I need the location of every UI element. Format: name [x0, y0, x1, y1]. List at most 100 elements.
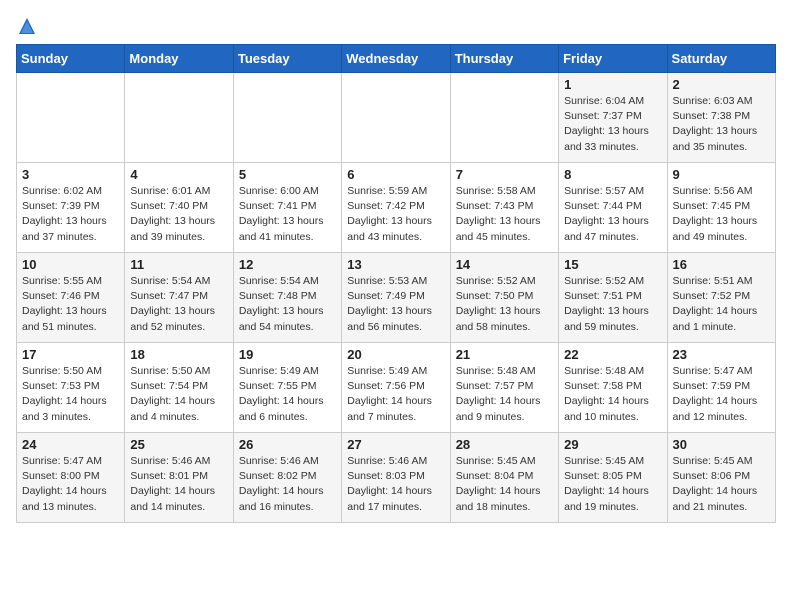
day-number: 2 — [673, 77, 770, 92]
calendar-cell: 16 Sunrise: 5:51 AM Sunset: 7:52 PM Dayli… — [667, 253, 775, 343]
calendar-cell: 5Sunrise: 6:00 AM Sunset: 7:41 PM Daylig… — [233, 163, 341, 253]
day-info: Sunrise: 6:04 AM Sunset: 7:37 PM Dayligh… — [564, 94, 661, 155]
day-info: Sunrise: 5:47 AM Sunset: 8:00 PM Dayligh… — [22, 454, 119, 515]
day-number: 28 — [456, 437, 553, 452]
day-number: 7 — [456, 167, 553, 182]
day-number: 15 — [564, 257, 661, 272]
weekday-header: Friday — [559, 45, 667, 73]
day-number: 4 — [130, 167, 227, 182]
calendar-cell: 24 Sunrise: 5:47 AM Sunset: 8:00 PM Dayli… — [17, 433, 125, 523]
calendar-header-row: SundayMondayTuesdayWednesdayThursdayFrid… — [17, 45, 776, 73]
calendar-cell: 14 Sunrise: 5:52 AM Sunset: 7:50 PM Dayli… — [450, 253, 558, 343]
calendar-cell: 13 Sunrise: 5:53 AM Sunset: 7:49 PM Dayli… — [342, 253, 450, 343]
day-number: 26 — [239, 437, 336, 452]
day-info: Sunrise: 5:57 AM Sunset: 7:44 PM Dayligh… — [564, 184, 661, 245]
day-info: Sunrise: 6:03 AM Sunset: 7:38 PM Dayligh… — [673, 94, 770, 155]
calendar-table: SundayMondayTuesdayWednesdayThursdayFrid… — [16, 44, 776, 523]
day-number: 9 — [673, 167, 770, 182]
day-number: 20 — [347, 347, 444, 362]
day-info: Sunrise: 5:45 AM Sunset: 8:06 PM Dayligh… — [673, 454, 770, 515]
calendar-cell: 18 Sunrise: 5:50 AM Sunset: 7:54 PM Dayli… — [125, 343, 233, 433]
calendar-cell: 21 Sunrise: 5:48 AM Sunset: 7:57 PM Dayli… — [450, 343, 558, 433]
day-info: Sunrise: 5:53 AM Sunset: 7:49 PM Dayligh… — [347, 274, 444, 335]
day-number: 11 — [130, 257, 227, 272]
day-info: Sunrise: 5:45 AM Sunset: 8:05 PM Dayligh… — [564, 454, 661, 515]
calendar-cell: 22Sunrise: 5:48 AM Sunset: 7:58 PM Dayli… — [559, 343, 667, 433]
day-number: 3 — [22, 167, 119, 182]
calendar-week-row: 17 Sunrise: 5:50 AM Sunset: 7:53 PM Dayli… — [17, 343, 776, 433]
calendar-cell: 10 Sunrise: 5:55 AM Sunset: 7:46 PM Dayli… — [17, 253, 125, 343]
day-info: Sunrise: 5:47 AM Sunset: 7:59 PM Dayligh… — [673, 364, 770, 425]
day-number: 30 — [673, 437, 770, 452]
day-number: 19 — [239, 347, 336, 362]
day-number: 12 — [239, 257, 336, 272]
day-info: Sunrise: 5:50 AM Sunset: 7:54 PM Dayligh… — [130, 364, 227, 425]
weekday-header: Saturday — [667, 45, 775, 73]
weekday-header: Wednesday — [342, 45, 450, 73]
day-number: 8 — [564, 167, 661, 182]
calendar-cell: 2 Sunrise: 6:03 AM Sunset: 7:38 PM Daylig… — [667, 73, 775, 163]
day-number: 21 — [456, 347, 553, 362]
day-number: 1 — [564, 77, 661, 92]
logo-icon — [17, 16, 37, 36]
day-number: 14 — [456, 257, 553, 272]
day-number: 13 — [347, 257, 444, 272]
calendar-cell: 6 Sunrise: 5:59 AM Sunset: 7:42 PM Daylig… — [342, 163, 450, 253]
calendar-cell: 26 Sunrise: 5:46 AM Sunset: 8:02 PM Dayli… — [233, 433, 341, 523]
calendar-cell — [233, 73, 341, 163]
weekday-header: Monday — [125, 45, 233, 73]
calendar-cell: 8 Sunrise: 5:57 AM Sunset: 7:44 PM Daylig… — [559, 163, 667, 253]
weekday-header: Thursday — [450, 45, 558, 73]
day-info: Sunrise: 5:56 AM Sunset: 7:45 PM Dayligh… — [673, 184, 770, 245]
day-info: Sunrise: 5:46 AM Sunset: 8:02 PM Dayligh… — [239, 454, 336, 515]
day-info: Sunrise: 6:02 AM Sunset: 7:39 PM Dayligh… — [22, 184, 119, 245]
calendar-cell: 9 Sunrise: 5:56 AM Sunset: 7:45 PM Daylig… — [667, 163, 775, 253]
calendar-cell: 11 Sunrise: 5:54 AM Sunset: 7:47 PM Dayli… — [125, 253, 233, 343]
calendar-cell: 27 Sunrise: 5:46 AM Sunset: 8:03 PM Dayli… — [342, 433, 450, 523]
day-number: 25 — [130, 437, 227, 452]
day-info: Sunrise: 5:52 AM Sunset: 7:51 PM Dayligh… — [564, 274, 661, 335]
weekday-header: Sunday — [17, 45, 125, 73]
calendar-cell: 20 Sunrise: 5:49 AM Sunset: 7:56 PM Dayli… — [342, 343, 450, 433]
calendar-week-row: 10 Sunrise: 5:55 AM Sunset: 7:46 PM Dayli… — [17, 253, 776, 343]
calendar-cell: 23 Sunrise: 5:47 AM Sunset: 7:59 PM Dayli… — [667, 343, 775, 433]
day-info: Sunrise: 5:59 AM Sunset: 7:42 PM Dayligh… — [347, 184, 444, 245]
weekday-header: Tuesday — [233, 45, 341, 73]
calendar-cell: 7 Sunrise: 5:58 AM Sunset: 7:43 PM Daylig… — [450, 163, 558, 253]
day-info: Sunrise: 5:54 AM Sunset: 7:47 PM Dayligh… — [130, 274, 227, 335]
day-number: 29 — [564, 437, 661, 452]
day-number: 10 — [22, 257, 119, 272]
day-number: 27 — [347, 437, 444, 452]
day-info: Sunrise: 5:50 AM Sunset: 7:53 PM Dayligh… — [22, 364, 119, 425]
calendar-cell: 30 Sunrise: 5:45 AM Sunset: 8:06 PM Dayli… — [667, 433, 775, 523]
day-info: Sunrise: 5:46 AM Sunset: 8:01 PM Dayligh… — [130, 454, 227, 515]
calendar-cell: 17 Sunrise: 5:50 AM Sunset: 7:53 PM Dayli… — [17, 343, 125, 433]
day-info: Sunrise: 5:55 AM Sunset: 7:46 PM Dayligh… — [22, 274, 119, 335]
logo — [16, 16, 38, 32]
calendar-cell: 12 Sunrise: 5:54 AM Sunset: 7:48 PM Dayli… — [233, 253, 341, 343]
calendar-cell — [17, 73, 125, 163]
day-number: 24 — [22, 437, 119, 452]
day-number: 16 — [673, 257, 770, 272]
day-info: Sunrise: 5:58 AM Sunset: 7:43 PM Dayligh… — [456, 184, 553, 245]
calendar-cell: 15 Sunrise: 5:52 AM Sunset: 7:51 PM Dayli… — [559, 253, 667, 343]
day-info: Sunrise: 5:48 AM Sunset: 7:57 PM Dayligh… — [456, 364, 553, 425]
calendar-week-row: 3 Sunrise: 6:02 AM Sunset: 7:39 PM Daylig… — [17, 163, 776, 253]
day-info: Sunrise: 5:52 AM Sunset: 7:50 PM Dayligh… — [456, 274, 553, 335]
day-info: Sunrise: 6:01 AM Sunset: 7:40 PM Dayligh… — [130, 184, 227, 245]
day-number: 23 — [673, 347, 770, 362]
day-number: 6 — [347, 167, 444, 182]
calendar-cell — [450, 73, 558, 163]
day-number: 17 — [22, 347, 119, 362]
day-info: Sunrise: 5:54 AM Sunset: 7:48 PM Dayligh… — [239, 274, 336, 335]
day-info: Sunrise: 5:51 AM Sunset: 7:52 PM Dayligh… — [673, 274, 770, 335]
day-number: 18 — [130, 347, 227, 362]
calendar-cell: 19 Sunrise: 5:49 AM Sunset: 7:55 PM Dayli… — [233, 343, 341, 433]
calendar-cell: 29 Sunrise: 5:45 AM Sunset: 8:05 PM Dayli… — [559, 433, 667, 523]
calendar-week-row: 24 Sunrise: 5:47 AM Sunset: 8:00 PM Dayli… — [17, 433, 776, 523]
day-info: Sunrise: 5:46 AM Sunset: 8:03 PM Dayligh… — [347, 454, 444, 515]
day-info: Sunrise: 5:49 AM Sunset: 7:56 PM Dayligh… — [347, 364, 444, 425]
calendar-cell — [342, 73, 450, 163]
day-number: 22 — [564, 347, 661, 362]
day-info: Sunrise: 5:49 AM Sunset: 7:55 PM Dayligh… — [239, 364, 336, 425]
